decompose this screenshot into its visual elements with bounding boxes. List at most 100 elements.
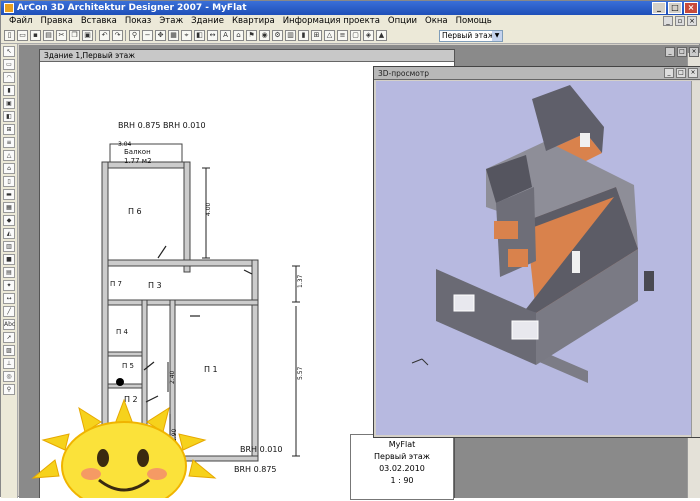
cut-icon[interactable]: ✂ — [56, 30, 67, 41]
grid-icon[interactable]: ▦ — [168, 30, 179, 41]
hatch-icon[interactable]: ▨ — [3, 345, 15, 356]
column-icon[interactable]: ▥ — [3, 241, 15, 252]
floor-select[interactable]: Первый этаж ▼ — [439, 30, 503, 42]
left-toolbar: ↖ ▭ ◠ ▮ ▣ ◧ ⊞ ≡ △ ⌂ ▯ ▬ ▦ ◆ ◭ ▥ ■ ▤ ✦ ↔ … — [1, 44, 18, 498]
furniture-icon[interactable]: ▢ — [350, 30, 361, 41]
menu-flat[interactable]: Квартира — [228, 15, 279, 28]
sun-mascot-icon — [31, 398, 217, 498]
object-tool-icon[interactable]: ◆ — [3, 215, 15, 226]
windows-icon[interactable]: ⊞ — [311, 30, 322, 41]
view3d-close-icon[interactable]: × — [688, 68, 698, 78]
roof-icon[interactable]: △ — [324, 30, 335, 41]
menu-bar: Файл Правка Вставка Показ Этаж Здание Кв… — [1, 15, 700, 28]
dim-557-label: 5.57 — [297, 366, 304, 380]
doors-icon[interactable]: ▮ — [298, 30, 309, 41]
house-icon[interactable]: ⌂ — [233, 30, 244, 41]
light-icon[interactable]: ✦ — [3, 280, 15, 291]
ceiling-icon[interactable]: ▬ — [3, 189, 15, 200]
toolbar-separator — [95, 30, 97, 41]
floor-up-icon[interactable]: ▲ — [376, 30, 387, 41]
room3-label: П 3 — [148, 281, 162, 290]
new-file-icon[interactable]: ▯ — [4, 30, 15, 41]
chimney-icon[interactable]: ▯ — [3, 176, 15, 187]
mdi-minimize-icon[interactable]: _ — [663, 16, 673, 26]
mdi-restore-icon[interactable]: ▫ — [675, 16, 685, 26]
redo-icon[interactable]: ↷ — [112, 30, 123, 41]
print-icon[interactable]: ▤ — [43, 30, 54, 41]
menu-project-info[interactable]: Информация проекта — [279, 15, 384, 28]
material-icon[interactable]: ▤ — [3, 267, 15, 278]
zoom-icon[interactable]: ⚲ — [129, 30, 140, 41]
dim-137-label: 1.37 — [297, 274, 304, 288]
room4-label: П 4 — [116, 328, 128, 336]
mdi-close-icon[interactable]: × — [687, 16, 697, 26]
render-icon[interactable]: ◈ — [363, 30, 374, 41]
close-button[interactable]: × — [684, 2, 698, 14]
dormer-icon[interactable]: ⌂ — [3, 163, 15, 174]
walls-icon[interactable]: ▥ — [285, 30, 296, 41]
workspace-close-icon[interactable]: × — [689, 47, 699, 57]
save-icon[interactable]: ▪ — [30, 30, 41, 41]
copy-icon[interactable]: ❐ — [69, 30, 80, 41]
open-file-icon[interactable]: ▭ — [17, 30, 28, 41]
stairs-icon[interactable]: ≡ — [337, 30, 348, 41]
color-tool-icon[interactable]: ■ — [3, 254, 15, 265]
brh-bottom-1-label: BRH 0.010 — [240, 445, 283, 454]
menu-help[interactable]: Помощь — [452, 15, 496, 28]
room-tool-icon[interactable]: ▣ — [3, 98, 15, 109]
text-tool-icon[interactable]: A — [220, 30, 231, 41]
line-tool-icon[interactable]: ╱ — [3, 306, 15, 317]
view3d-maximize-icon[interactable]: □ — [676, 68, 686, 78]
view3d-minimize-icon[interactable]: _ — [664, 68, 674, 78]
minimize-button[interactable]: _ — [652, 2, 666, 14]
camera-icon[interactable]: ◎ — [3, 371, 15, 382]
select-arrow-icon[interactable]: ↖ — [3, 46, 15, 57]
paste-icon[interactable]: ▣ — [82, 30, 93, 41]
room1-label: П 1 — [204, 365, 218, 374]
chevron-down-icon[interactable]: ▼ — [492, 31, 502, 41]
menu-windows[interactable]: Окна — [421, 15, 452, 28]
maximize-button[interactable]: □ — [668, 2, 682, 14]
menu-view[interactable]: Показ — [121, 15, 155, 28]
menu-options[interactable]: Опции — [384, 15, 421, 28]
title-block: MyFlat Первый этаж 03.02.2010 1 : 90 — [350, 434, 454, 500]
section-icon[interactable]: ⊥ — [3, 358, 15, 369]
workspace-maximize-icon[interactable]: □ — [677, 47, 687, 57]
menu-edit[interactable]: Правка — [36, 15, 76, 28]
plan-window-title: Здание 1,Первый этаж — [40, 50, 454, 62]
menu-insert[interactable]: Вставка — [77, 15, 121, 28]
view3d-scrollbar[interactable] — [691, 81, 700, 437]
wall-tool-icon[interactable]: ▭ — [3, 59, 15, 70]
stair-tool-icon[interactable]: ≡ — [3, 137, 15, 148]
dimension-icon[interactable]: ↔ — [3, 293, 15, 304]
eye-icon[interactable]: ◉ — [259, 30, 270, 41]
pan-icon[interactable]: ✥ — [155, 30, 166, 41]
dim-304-label: 3.04 — [118, 141, 132, 148]
flag-icon[interactable]: ⚑ — [246, 30, 257, 41]
dim-240-label: 2.40 — [169, 370, 176, 384]
floor-tool-icon[interactable]: ▦ — [3, 202, 15, 213]
walk-icon[interactable]: ⚲ — [3, 384, 15, 395]
menu-file[interactable]: Файл — [5, 15, 36, 28]
terrain-icon[interactable]: ◭ — [3, 228, 15, 239]
text-label-icon[interactable]: Abc — [3, 319, 15, 330]
pillar-icon[interactable]: ▮ — [3, 85, 15, 96]
arc-wall-icon[interactable]: ◠ — [3, 72, 15, 83]
arrow-tool-icon[interactable]: ➚ — [3, 332, 15, 343]
view3d-canvas[interactable] — [376, 81, 691, 435]
layer-icon[interactable]: ◧ — [194, 30, 205, 41]
toolbar-separator — [125, 30, 127, 41]
snap-icon[interactable]: ⌖ — [181, 30, 192, 41]
roof-tool-icon[interactable]: △ — [3, 150, 15, 161]
measure-icon[interactable]: ↔ — [207, 30, 218, 41]
zoom-out-icon[interactable]: − — [142, 30, 153, 41]
settings-icon[interactable]: ⚙ — [272, 30, 283, 41]
window-tool-icon[interactable]: ⊞ — [3, 124, 15, 135]
undo-icon[interactable]: ↶ — [99, 30, 110, 41]
menu-building[interactable]: Здание — [187, 15, 228, 28]
workspace-minimize-icon[interactable]: _ — [665, 47, 675, 57]
brh-top-label: BRH 0.875 BRH 0.010 — [118, 121, 206, 130]
menu-floor[interactable]: Этаж — [155, 15, 187, 28]
app-icon — [4, 3, 14, 13]
door-tool-icon[interactable]: ◧ — [3, 111, 15, 122]
